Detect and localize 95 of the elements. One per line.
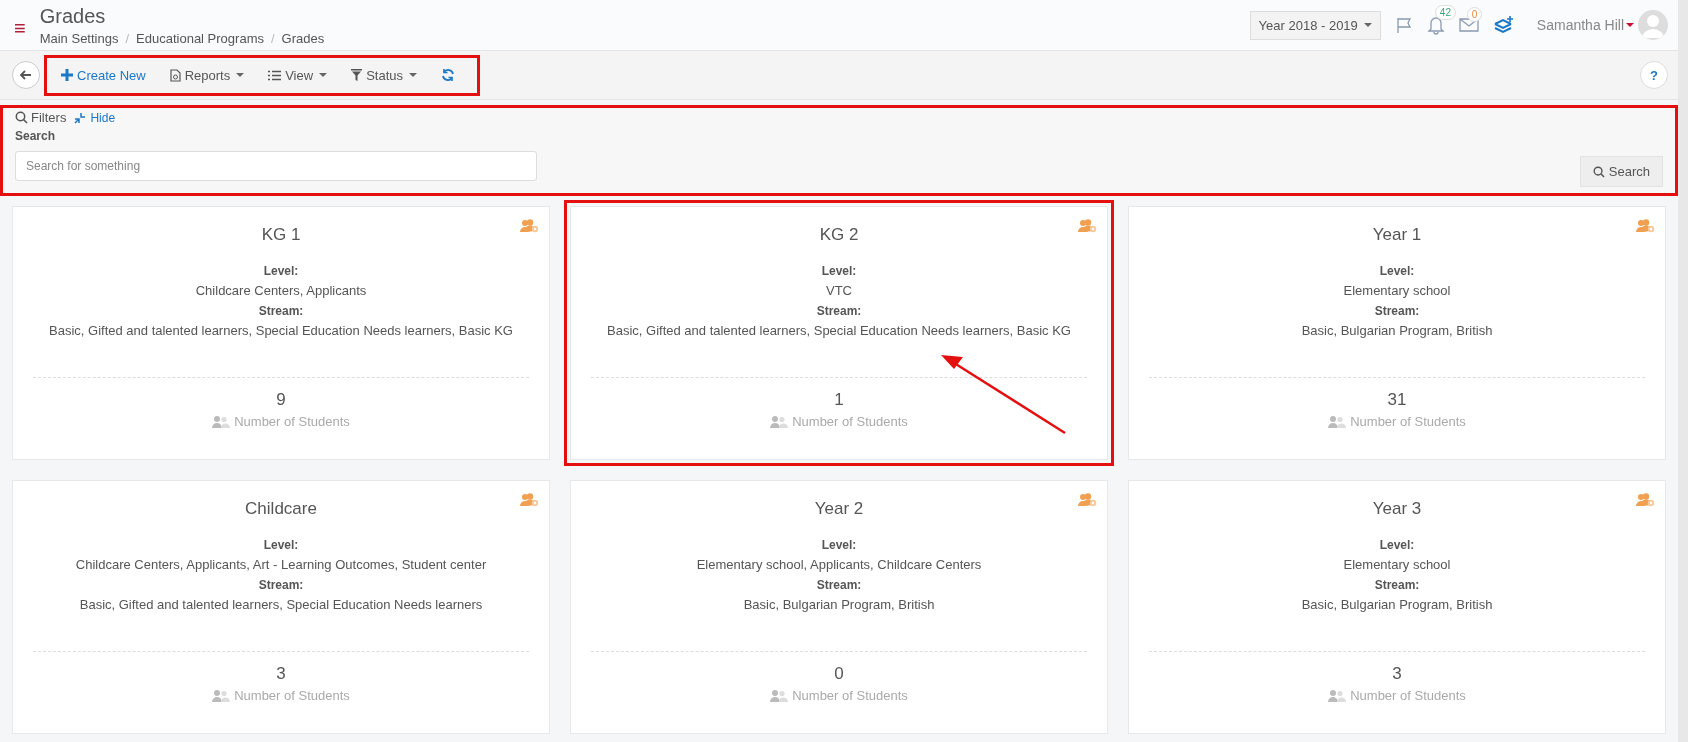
level-label: Level: [821, 537, 857, 554]
stream-value: Basic, Gifted and talented learners, Special Education Needs learners, Basic KG [607, 322, 1071, 340]
page-title: Grades [39, 4, 107, 28]
level-value: Elementary school [1343, 556, 1451, 574]
level-value: Childcare Centers, Applicants, Art - Learning Outcomes, Student center [75, 556, 487, 574]
filters-title: Filters [15, 110, 67, 125]
users-settings-icon[interactable] [519, 493, 539, 508]
grade-title: Year 1 [1372, 225, 1422, 245]
grade-title: KG 1 [261, 225, 301, 245]
student-count: 1 [834, 390, 844, 410]
back-arrow-icon [19, 68, 33, 82]
breadcrumb[interactable]: Educational Programs [136, 30, 264, 46]
flag-icon[interactable] [1394, 16, 1413, 34]
grade-card[interactable]: KG 2 Level: VTC Stream: Basic, Gifted and talented learners, Special Education Needs learners, Basic KG 1 Number of Students [570, 206, 1108, 460]
stream-value: Basic, Bulgarian Program, British [1301, 596, 1493, 614]
breadcrumb-separator: / [270, 30, 275, 46]
level-label: Level: [263, 537, 299, 554]
plus-icon [61, 69, 73, 81]
level-label: Level: [1379, 263, 1415, 280]
search-icon [1592, 165, 1605, 178]
users-settings-icon[interactable] [1077, 219, 1097, 234]
document-icon [169, 68, 181, 82]
count-label: Number of Students [792, 688, 908, 703]
users-icon [212, 415, 231, 428]
stream-value: Basic, Gifted and talented learners, Special Education Needs learners, Basic KG [49, 322, 513, 340]
level-label: Level: [263, 263, 299, 280]
level-value: Elementary school, Applicants, Childcare Centers [696, 556, 982, 574]
count-label: Number of Students [1350, 688, 1466, 703]
users-settings-icon[interactable] [1635, 219, 1655, 234]
users-settings-icon[interactable] [1077, 493, 1097, 508]
back-button[interactable] [12, 61, 40, 89]
student-count: 9 [276, 390, 286, 410]
users-icon [770, 689, 789, 702]
stream-value: Basic, Bulgarian Program, British [743, 596, 935, 614]
grade-title: Year 3 [1372, 499, 1422, 519]
grade-title: Childcare [245, 499, 317, 519]
collapse-icon [74, 111, 87, 124]
grade-title: Year 2 [814, 499, 864, 519]
view-button[interactable]: View [262, 63, 342, 87]
user-name[interactable]: Samantha Hill [1536, 17, 1624, 33]
grade-card[interactable]: Year 1 Level: Elementary school Stream: Basic, Bulgarian Program, British 31 Number of Students [1128, 206, 1666, 460]
stream-value: Basic, Gifted and talented learners, Special Education Needs learners [79, 596, 483, 614]
count-label: Number of Students [1350, 414, 1466, 429]
student-count: 3 [1392, 664, 1402, 684]
breadcrumb-separator: / [125, 30, 130, 46]
create-button[interactable]: Create New [55, 63, 160, 87]
level-value: VTC [826, 282, 852, 300]
stream-label: Stream: [258, 577, 304, 594]
users-icon [1328, 415, 1347, 428]
envelope-icon[interactable] [1458, 17, 1479, 33]
users-icon [770, 415, 789, 428]
filter-icon [351, 69, 363, 81]
student-count: 31 [1387, 390, 1407, 410]
stream-label: Stream: [816, 303, 862, 320]
users-icon [1328, 689, 1347, 702]
grade-title: KG 2 [819, 225, 859, 245]
reports-button[interactable]: Reports [163, 63, 259, 87]
level-value: Childcare Centers, Applicants [195, 282, 367, 300]
menu-icon[interactable]: ≡ [14, 16, 26, 40]
list-icon [268, 69, 282, 81]
grade-card[interactable]: Year 2 Level: Elementary school, Applicants, Childcare Centers Stream: Basic, Bulgarian Program, British 0 Number of Students [570, 480, 1108, 734]
year-dropdown[interactable]: Year 2018 - 2019 [1249, 10, 1381, 40]
level-label: Level: [1379, 537, 1415, 554]
count-label: Number of Students [234, 688, 350, 703]
bell-icon[interactable] [1426, 15, 1445, 35]
breadcrumb: Grades [281, 30, 325, 46]
student-count: 3 [276, 664, 286, 684]
grade-card[interactable]: Childcare Level: Childcare Centers, Applicants, Art - Learning Outcomes, Student center Stream: Basic, Gifted and talented learners, Special Education Needs learners 3 Number of Students [12, 480, 550, 734]
search-label: Search [15, 129, 57, 143]
hide-link[interactable]: Hide [74, 110, 116, 125]
grade-card[interactable]: KG 1 Level: Childcare Centers, Applicants Stream: Basic, Gifted and talented learners, Special Education Needs learners, Basic KG 9 Number of Students [12, 206, 550, 460]
users-settings-icon[interactable] [519, 219, 539, 234]
notification-count: 42 [1434, 5, 1456, 20]
stream-label: Stream: [816, 577, 862, 594]
refresh-icon [441, 68, 455, 82]
grade-card[interactable]: Year 3 Level: Elementary school Stream: Basic, Bulgarian Program, British 3 Number of Students [1128, 480, 1666, 734]
layers-plus-icon[interactable] [1492, 15, 1515, 35]
message-count: 0 [1466, 7, 1483, 22]
stream-label: Stream: [258, 303, 304, 320]
level-value: Elementary school [1343, 282, 1451, 300]
help-button[interactable]: ? [1640, 61, 1668, 89]
breadcrumb[interactable]: Main Settings [39, 30, 119, 46]
search-button[interactable]: Search [1579, 156, 1663, 187]
level-label: Level: [821, 263, 857, 280]
users-settings-icon[interactable] [1635, 493, 1655, 508]
count-label: Number of Students [792, 414, 908, 429]
status-button[interactable]: Status [345, 63, 431, 87]
student-count: 0 [834, 664, 844, 684]
stream-label: Stream: [1374, 303, 1420, 320]
users-icon [212, 689, 231, 702]
stream-label: Stream: [1374, 577, 1420, 594]
count-label: Number of Students [234, 414, 350, 429]
stream-value: Basic, Bulgarian Program, British [1301, 322, 1493, 340]
search-field[interactable]: Search for something [15, 151, 537, 181]
search-icon [15, 111, 28, 124]
